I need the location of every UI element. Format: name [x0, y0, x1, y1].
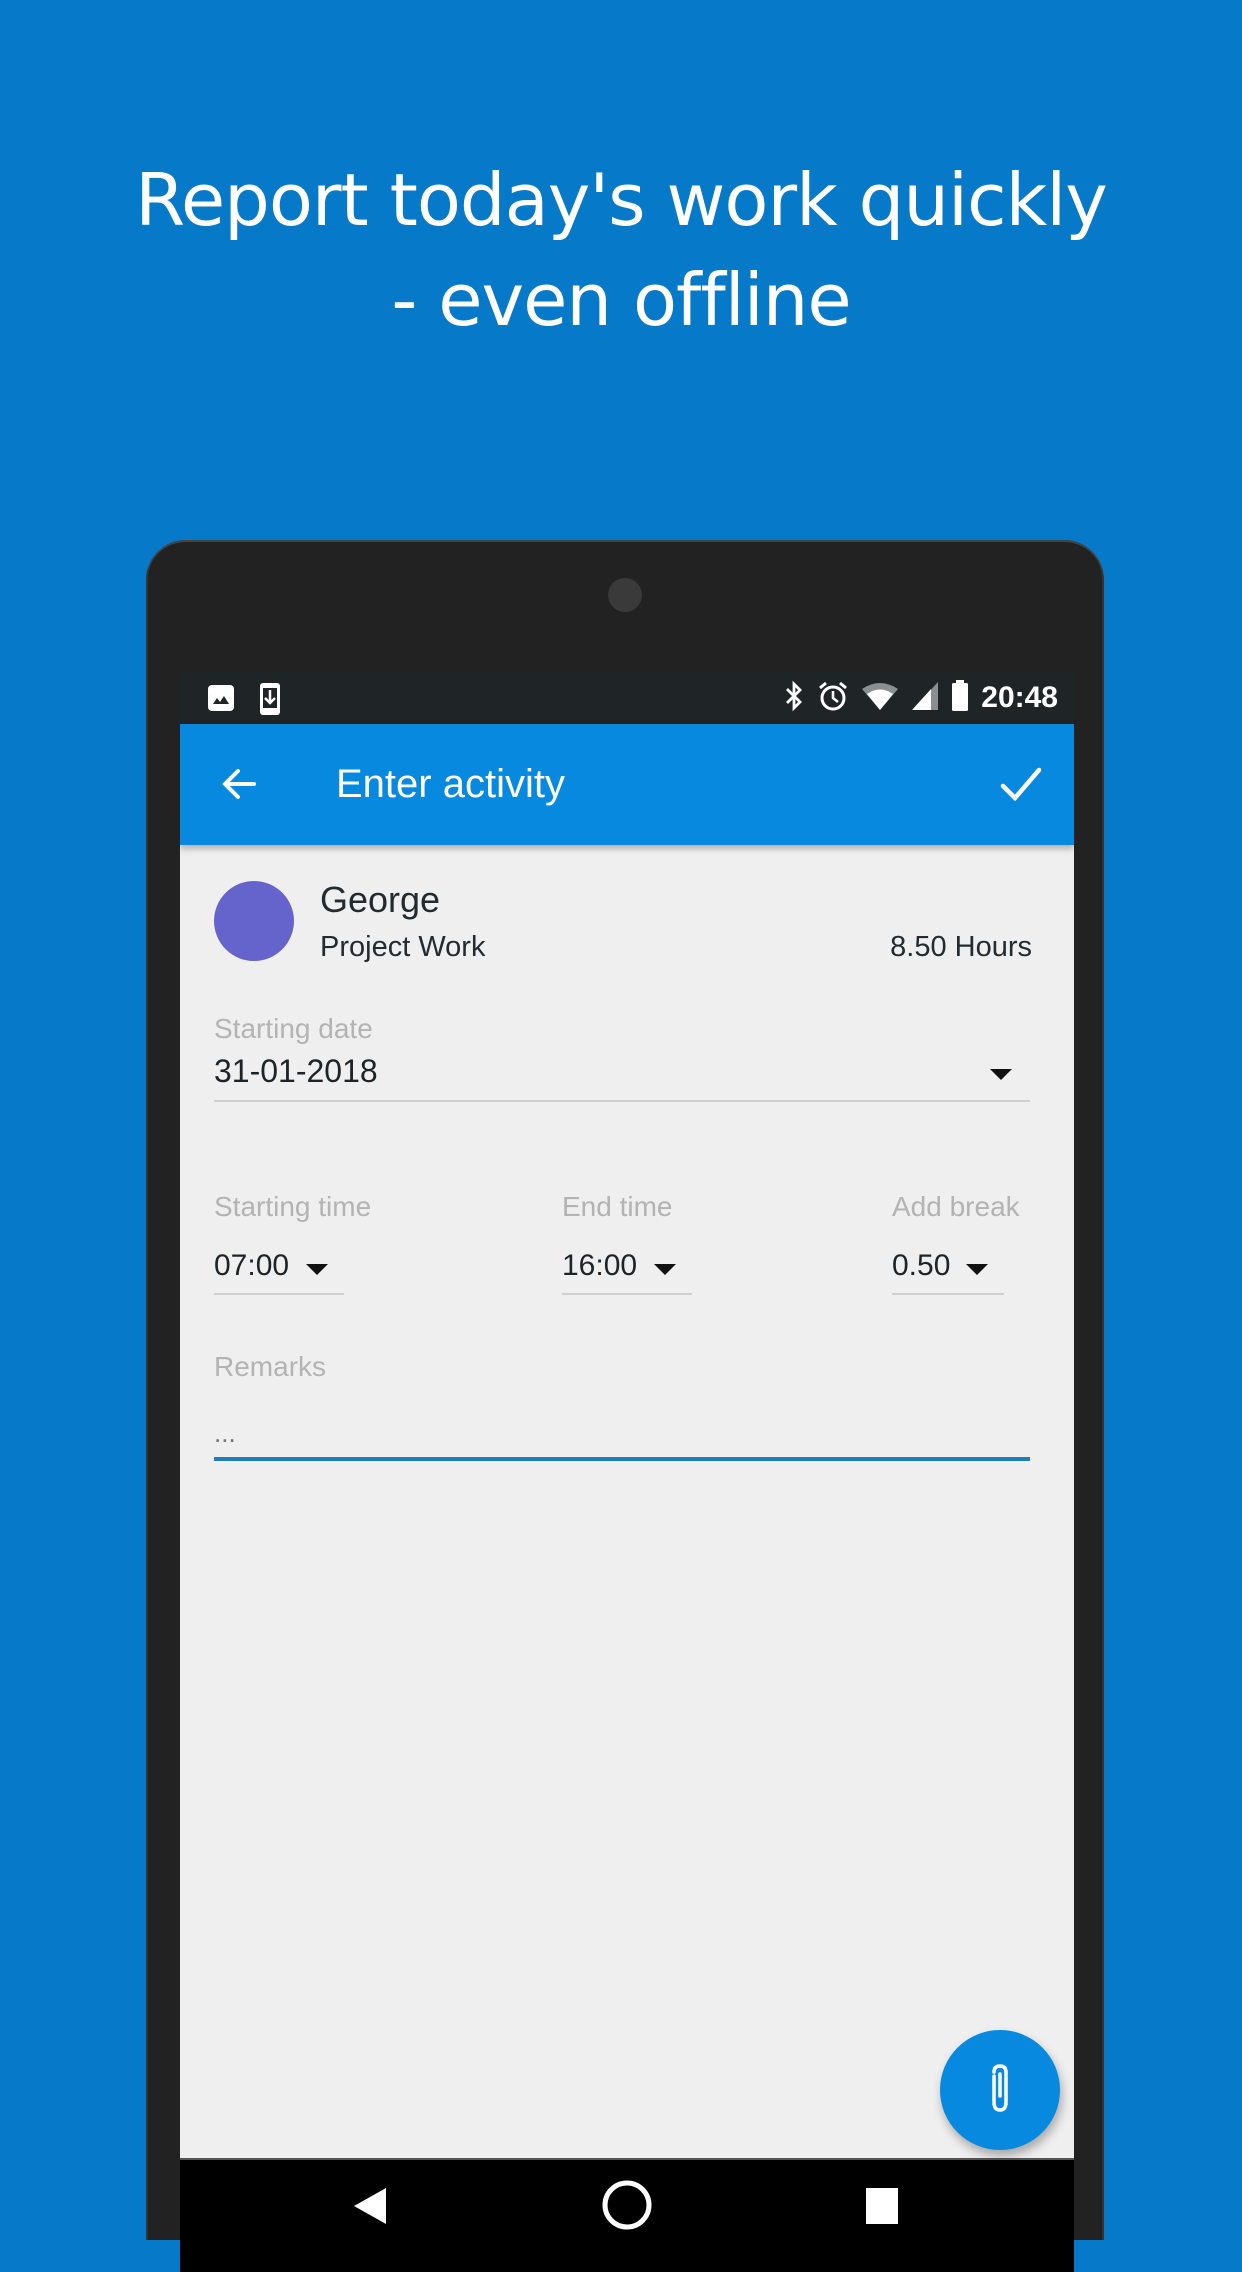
- phone-camera: [608, 578, 642, 612]
- app-bar: Enter activity: [180, 724, 1074, 845]
- phone-frame: 20:48 Enter activity George Project Work…: [146, 540, 1104, 2272]
- arrow-left-icon: [218, 769, 262, 810]
- chevron-down-icon: [306, 1264, 328, 1275]
- battery-icon: [951, 679, 969, 717]
- starting-time-label: Starting time: [214, 1191, 372, 1222]
- remarks-label: Remarks: [214, 1351, 327, 1382]
- add-break-label: Add break: [892, 1191, 1020, 1222]
- image-notification-icon: [206, 682, 236, 721]
- headline-line-2: - even offline: [391, 258, 851, 342]
- person-name: George: [320, 879, 441, 920]
- remarks-input[interactable]: [214, 1413, 1030, 1453]
- avatar: [214, 881, 294, 961]
- remarks-underline: [214, 1457, 1030, 1461]
- end-time-underline: [562, 1293, 692, 1295]
- starting-date-label: Starting date: [214, 1013, 373, 1044]
- starting-date-underline: [214, 1100, 1030, 1102]
- total-hours: 8.50 Hours: [890, 931, 1032, 963]
- recents-nav-icon[interactable]: [862, 2184, 902, 2233]
- alarm-icon: [817, 680, 849, 717]
- chevron-down-icon: [654, 1264, 676, 1275]
- starting-time-underline: [214, 1293, 344, 1295]
- wifi-icon: [861, 681, 899, 716]
- phone-screen: 20:48 Enter activity George Project Work…: [180, 672, 1074, 2272]
- end-time-label: End time: [562, 1191, 673, 1222]
- add-break-value: 0.50: [892, 1249, 951, 1282]
- chevron-down-icon: [966, 1264, 988, 1275]
- check-icon: [996, 767, 1046, 814]
- save-button[interactable]: [996, 760, 1046, 810]
- bluetooth-icon: [783, 680, 805, 717]
- paperclip-icon: [980, 2060, 1020, 2121]
- headline-line-1: Report today's work quickly: [135, 158, 1108, 242]
- starting-time-value: 07:00: [214, 1249, 290, 1282]
- attach-button[interactable]: [940, 2030, 1060, 2150]
- page-title: Enter activity: [336, 762, 565, 806]
- status-bar: 20:48: [180, 672, 1074, 724]
- chevron-down-icon: [990, 1069, 1012, 1080]
- system-nav-bar: [180, 2158, 1074, 2272]
- cell-signal-icon: [911, 681, 939, 716]
- promo-headline: Report today's work quickly - even offli…: [0, 150, 1242, 350]
- end-time-value: 16:00: [562, 1249, 638, 1282]
- back-button[interactable]: [218, 762, 262, 806]
- activity-form: George Project Work 8.50 Hours Starting …: [180, 845, 1074, 2160]
- status-time: 20:48: [981, 681, 1058, 714]
- starting-date-value: 31-01-2018: [214, 1053, 378, 1089]
- add-break-underline: [892, 1293, 1004, 1295]
- back-nav-icon[interactable]: [350, 2184, 390, 2233]
- download-notification-icon: [258, 682, 282, 721]
- activity-type: Project Work: [320, 931, 486, 963]
